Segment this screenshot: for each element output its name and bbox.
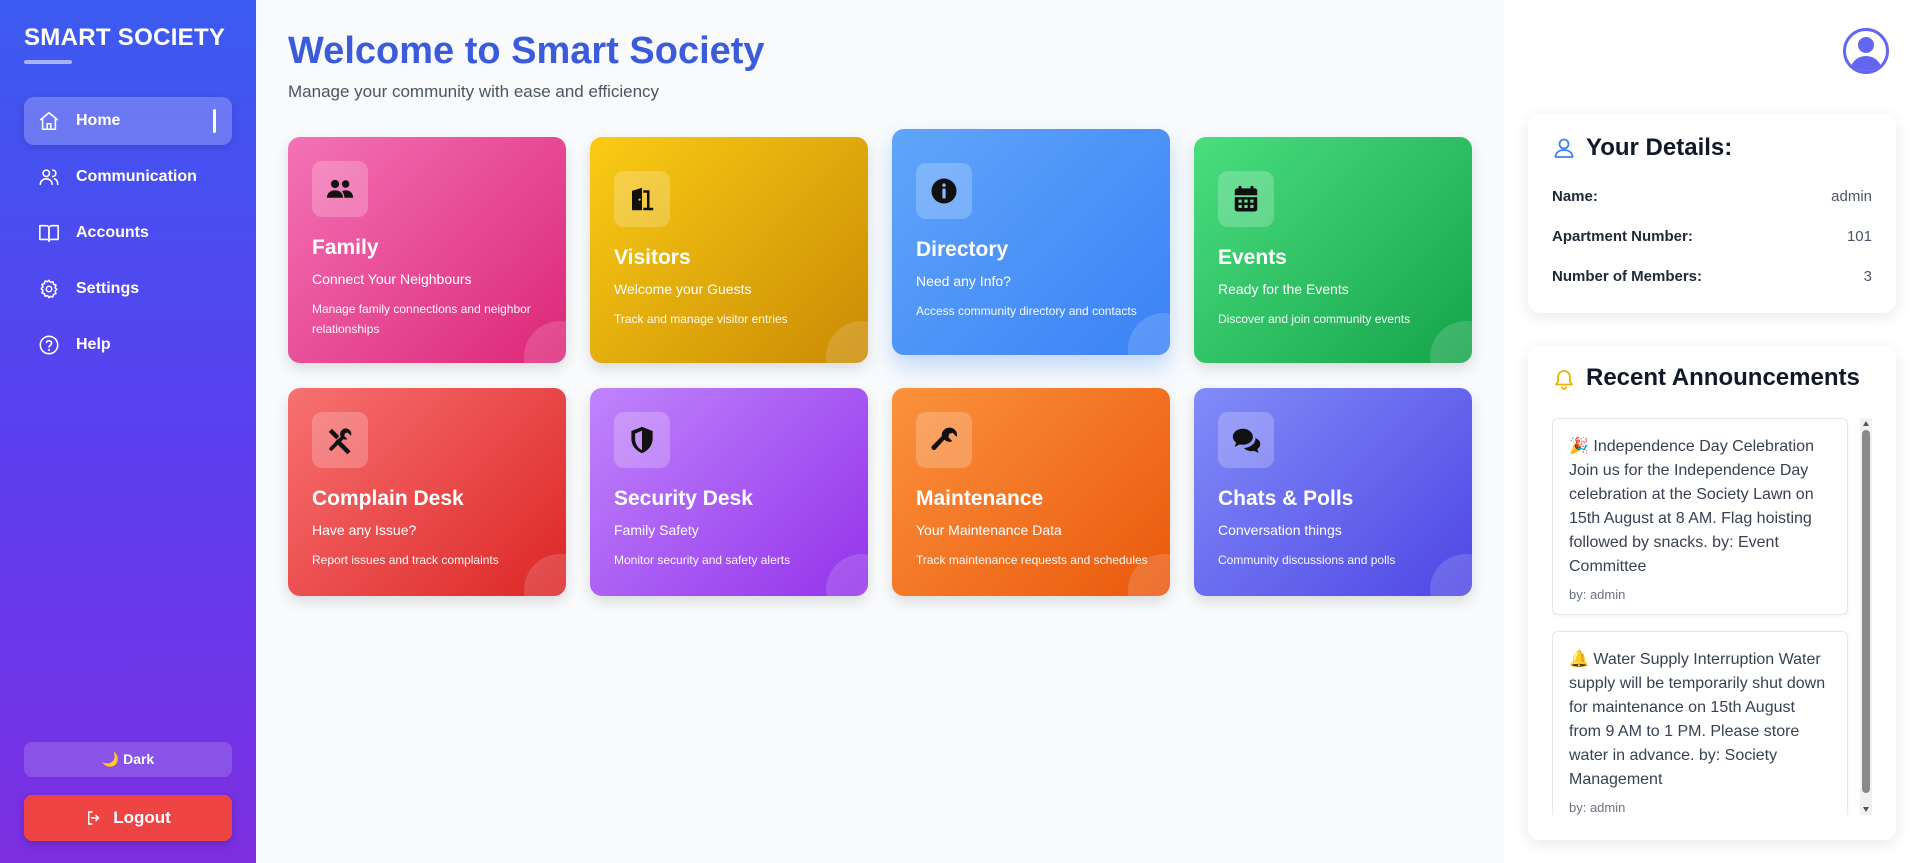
detail-value: admin — [1831, 188, 1872, 205]
sidebar-item-communication[interactable]: Communication — [24, 153, 232, 201]
tools-icon — [312, 412, 368, 468]
detail-label: Number of Members: — [1552, 268, 1703, 285]
card-subtitle: Have any Issue? — [312, 522, 417, 538]
details-heading: Your Details: — [1552, 134, 1732, 162]
chat-icon — [1218, 412, 1274, 468]
info-icon — [916, 163, 972, 219]
wrench-icon — [916, 412, 972, 468]
logout-label: Logout — [113, 808, 171, 827]
scroll-down-arrow-icon[interactable] — [1863, 807, 1869, 812]
card-description: Report issues and track complaints — [312, 553, 499, 567]
sidebar-item-label: Help — [76, 336, 111, 353]
sidebar-item-settings[interactable]: Settings — [24, 265, 232, 313]
door-open-icon — [614, 171, 670, 227]
announcements-title: Recent Announcements — [1586, 364, 1860, 391]
card-description: Access community directory and contacts — [916, 304, 1137, 318]
scrollbar-thumb[interactable] — [1862, 430, 1870, 793]
detail-row-name: Name: admin — [1552, 188, 1872, 205]
card-description: Track maintenance requests and schedules — [916, 553, 1148, 567]
card-subtitle: Conversation things — [1218, 522, 1342, 538]
user-icon — [1554, 138, 1574, 158]
card-directory[interactable]: Directory Need any Info? Access communit… — [892, 129, 1170, 355]
shield-icon — [614, 412, 670, 468]
card-description: Community discussions and polls — [1218, 553, 1396, 567]
brand-title: SMART SOCIETY — [24, 24, 226, 51]
card-title: Complain Desk — [312, 487, 464, 510]
card-subtitle: Ready for the Events — [1218, 281, 1349, 297]
announcement-text: 🎉 Independence Day Celebration Join us f… — [1569, 438, 1814, 575]
scroll-up-arrow-icon[interactable] — [1863, 421, 1869, 426]
announcement-item: 🎉 Independence Day Celebration Join us f… — [1552, 418, 1848, 615]
detail-row-members: Number of Members: 3 — [1552, 268, 1872, 285]
card-subtitle: Connect Your Neighbours — [312, 271, 472, 287]
sidebar-item-label: Settings — [76, 280, 140, 297]
card-description: Manage family connections and neighbor r… — [312, 302, 531, 336]
brand-underline — [24, 60, 72, 64]
announcements-scrollbar[interactable] — [1860, 418, 1872, 815]
card-description: Monitor security and safety alerts — [614, 553, 791, 567]
card-title: Directory — [916, 238, 1009, 261]
announcement-text: 🔔 Water Supply Interruption Water supply… — [1569, 651, 1826, 788]
sidebar: SMART SOCIETY Home Communication Account… — [0, 0, 256, 863]
book-icon — [38, 222, 60, 244]
announcements-list[interactable]: 🎉 Independence Day Celebration Join us f… — [1552, 418, 1856, 815]
card-title: Events — [1218, 246, 1287, 269]
card-description: Track and manage visitor entries — [614, 312, 788, 326]
bell-icon — [1555, 370, 1573, 390]
announcement-item: 🔔 Water Supply Interruption Water supply… — [1552, 631, 1848, 815]
logout-icon — [88, 811, 100, 825]
gear-icon — [38, 278, 60, 300]
card-subtitle: Your Maintenance Data — [916, 522, 1062, 538]
card-family[interactable]: Family Connect Your Neighbours Manage fa… — [288, 137, 566, 363]
calendar-icon — [1218, 171, 1274, 227]
sidebar-item-label: Communication — [76, 168, 197, 185]
sidebar-item-home[interactable]: Home — [24, 97, 232, 145]
sidebar-item-help[interactable]: Help — [24, 321, 232, 369]
detail-value: 3 — [1863, 268, 1872, 285]
sidebar-item-accounts[interactable]: Accounts — [24, 209, 232, 257]
detail-row-apartment: Apartment Number: 101 — [1552, 228, 1872, 245]
page-subtitle: Manage your community with ease and effi… — [288, 82, 660, 101]
card-title: Visitors — [614, 246, 691, 269]
card-title: Maintenance — [916, 487, 1044, 510]
help-circle-icon — [38, 334, 60, 356]
details-card: Your Details: Name: admin Apartment Numb… — [1528, 114, 1896, 313]
card-maintenance[interactable]: Maintenance Your Maintenance Data Track … — [892, 388, 1170, 596]
dark-mode-toggle[interactable]: 🌙 Dark — [24, 742, 232, 777]
sidebar-nav: Home Communication Accounts Settings Hel… — [24, 97, 232, 377]
sidebar-item-label: Home — [76, 112, 121, 129]
logout-button[interactable]: Logout — [24, 795, 232, 841]
announcement-author: by: admin — [1569, 800, 1626, 815]
card-complain-desk[interactable]: Complain Desk Have any Issue? Report iss… — [288, 388, 566, 596]
announcements-card: Recent Announcements 🎉 Independence Day … — [1528, 346, 1896, 840]
card-title: Family — [312, 236, 379, 259]
announcements-heading: Recent Announcements — [1552, 364, 1860, 392]
card-subtitle: Family Safety — [614, 522, 699, 538]
page-title: Welcome to Smart Society — [288, 30, 765, 72]
card-visitors[interactable]: Visitors Welcome your Guests Track and m… — [590, 137, 868, 363]
card-title: Security Desk — [614, 487, 753, 510]
home-icon — [38, 110, 60, 132]
detail-value: 101 — [1846, 228, 1872, 245]
card-events[interactable]: Events Ready for the Events Discover and… — [1194, 137, 1472, 363]
announcement-author: by: admin — [1569, 587, 1626, 602]
card-title: Chats & Polls — [1218, 487, 1354, 510]
users-icon — [312, 161, 368, 217]
user-avatar[interactable] — [1842, 27, 1890, 75]
detail-label: Name: — [1552, 188, 1598, 205]
card-subtitle: Welcome your Guests — [614, 281, 752, 297]
user-circle-icon — [1843, 28, 1889, 74]
details-title: Your Details: — [1586, 134, 1733, 161]
card-chats-polls[interactable]: Chats & Polls Conversation things Commun… — [1194, 388, 1472, 596]
card-security-desk[interactable]: Security Desk Family Safety Monitor secu… — [590, 388, 868, 596]
sidebar-item-label: Accounts — [76, 224, 149, 241]
card-description: Discover and join community events — [1218, 312, 1411, 326]
users-icon — [38, 166, 60, 188]
card-subtitle: Need any Info? — [916, 273, 1011, 289]
detail-label: Apartment Number: — [1552, 228, 1693, 245]
